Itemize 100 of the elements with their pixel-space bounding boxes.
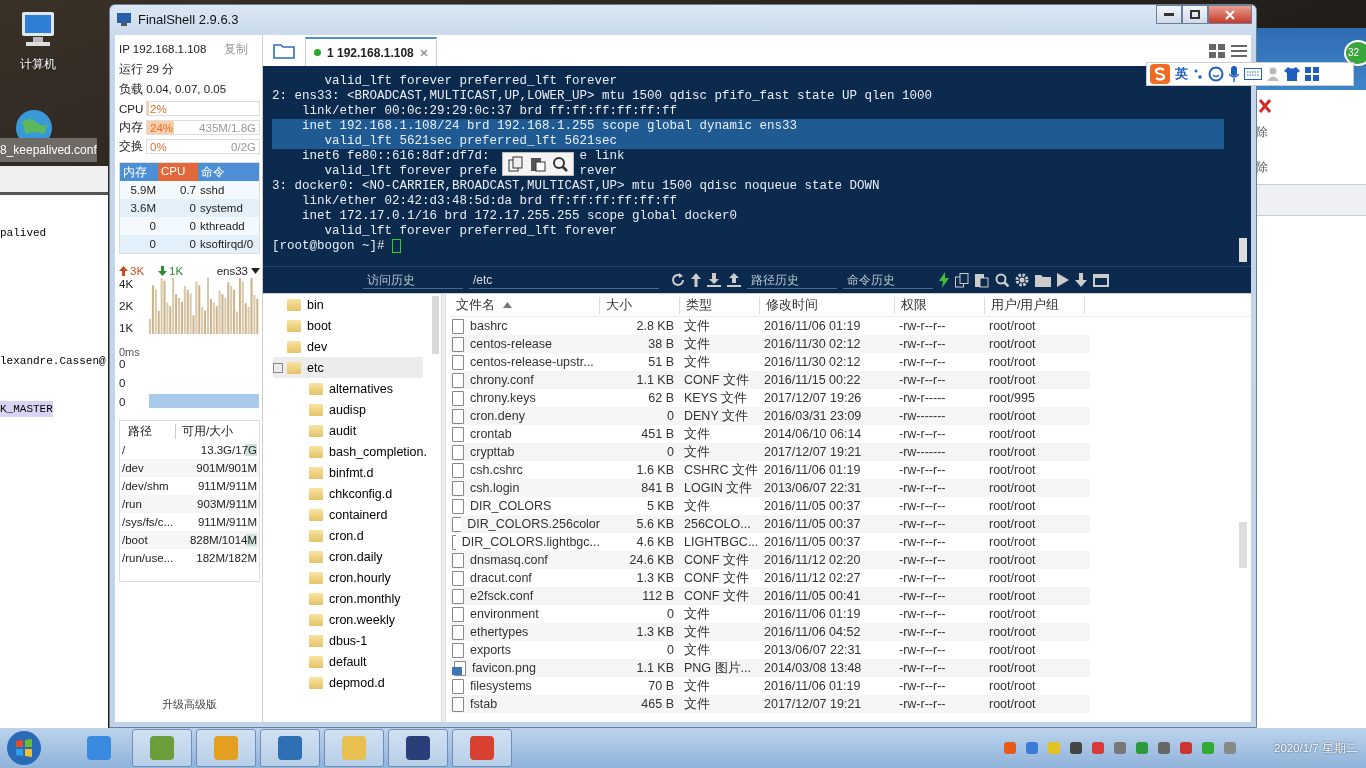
folder-icon[interactable]	[1035, 273, 1051, 287]
tree-item[interactable]: audisp	[273, 399, 433, 420]
tray-icon[interactable]	[1112, 740, 1129, 756]
punctuation-icon[interactable]	[1193, 67, 1203, 81]
upload-icon[interactable]	[727, 273, 741, 287]
column-header[interactable]: 文件名	[450, 296, 600, 314]
smiley-icon[interactable]	[1208, 66, 1224, 82]
command-history-field[interactable]: 命令历史	[843, 271, 933, 289]
file-name[interactable]: e2fsck.conf	[470, 589, 534, 603]
play-icon[interactable]	[1057, 273, 1069, 287]
tree-item[interactable]: etc	[273, 357, 423, 378]
file-name[interactable]: filesystems	[470, 679, 532, 693]
maximize-button[interactable]	[1182, 5, 1208, 24]
file-name[interactable]: favicon.png	[472, 661, 536, 675]
paste-icon[interactable]	[975, 272, 989, 288]
file-name[interactable]: dnsmasq.conf	[470, 553, 548, 567]
editor-tab[interactable]: 8_keepalived.conf	[0, 138, 97, 162]
column-header[interactable]: 权限	[895, 296, 985, 314]
tree-item[interactable]: alternatives	[273, 378, 433, 399]
tree-item[interactable]: binfmt.d	[273, 462, 433, 483]
input-method-logo-icon[interactable]	[1150, 64, 1170, 84]
close-button[interactable]	[1208, 5, 1252, 24]
tree-item[interactable]: bin	[273, 294, 423, 315]
keyboard-icon[interactable]	[1244, 68, 1262, 80]
up-arrow-icon[interactable]	[691, 273, 701, 287]
tree-item[interactable]: default	[273, 651, 433, 672]
file-name[interactable]: crypttab	[470, 445, 515, 459]
file-name[interactable]: DIR_COLORS	[470, 499, 552, 513]
tree-item[interactable]: dev	[273, 336, 423, 357]
file-name[interactable]: centos-release	[470, 337, 552, 351]
column-header[interactable]: 用户/用户组	[985, 296, 1085, 314]
tree-item[interactable]: boot	[273, 315, 423, 336]
session-tab[interactable]: 1 192.168.1.108	[305, 37, 437, 66]
close-icon[interactable]	[419, 48, 428, 57]
tray-icon[interactable]	[1178, 740, 1195, 756]
download-icon[interactable]	[707, 273, 721, 287]
settings-icon[interactable]	[1015, 273, 1029, 287]
shirt-icon[interactable]	[1284, 67, 1300, 81]
search-icon[interactable]	[995, 273, 1009, 287]
tree-item[interactable]: audit	[273, 420, 433, 441]
tree-item[interactable]: chkconfig.d	[273, 483, 433, 504]
grid-icon[interactable]	[1209, 44, 1225, 58]
tree-item[interactable]: cron.monthly	[273, 588, 433, 609]
path-field[interactable]: /etc	[469, 271, 659, 289]
copy-icon[interactable]	[955, 272, 969, 288]
interface-dropdown[interactable]: ens33	[216, 265, 260, 277]
file-name[interactable]: csh.cshrc	[470, 463, 523, 477]
file-name[interactable]: environment	[470, 607, 539, 621]
menu-label[interactable]: 除	[1256, 159, 1268, 176]
refresh-icon[interactable]	[671, 273, 685, 287]
microphone-icon[interactable]	[1229, 66, 1239, 82]
upgrade-link[interactable]: 升级高级版	[162, 697, 217, 712]
file-name[interactable]: csh.login	[470, 481, 520, 495]
tree-item[interactable]: cron.hourly	[273, 567, 433, 588]
path-history-field[interactable]: 路径历史	[747, 271, 837, 289]
file-name[interactable]: exports	[470, 643, 511, 657]
file-name[interactable]: crontab	[470, 427, 512, 441]
grid-icon[interactable]	[1305, 67, 1319, 81]
taskbar-app[interactable]	[388, 729, 448, 767]
lightning-icon[interactable]	[939, 272, 949, 288]
scrollbar-thumb[interactable]	[1239, 238, 1247, 262]
column-header[interactable]: 路径	[120, 423, 176, 439]
tree-item[interactable]: cron.weekly	[273, 609, 433, 630]
tray-icon[interactable]	[1068, 740, 1085, 756]
paste-icon[interactable]	[530, 156, 546, 172]
desktop-icon-label[interactable]: 计算机	[20, 56, 56, 73]
column-header[interactable]: 大小	[600, 296, 680, 314]
taskbar-app[interactable]	[260, 729, 320, 767]
file-name[interactable]: chrony.conf	[470, 373, 534, 387]
file-name[interactable]: centos-release-upstr...	[470, 355, 594, 369]
tree-item[interactable]: dbus-1	[273, 630, 433, 651]
column-header[interactable]: 修改时间	[760, 296, 895, 314]
tray-icon[interactable]	[1090, 740, 1107, 756]
file-name[interactable]: DIR_COLORS.lightbgc...	[461, 535, 600, 549]
menu-label[interactable]: 除	[1256, 124, 1268, 141]
menu-icon[interactable]	[1231, 44, 1247, 58]
search-icon[interactable]	[552, 156, 568, 172]
tree-item[interactable]: depmod.d	[273, 672, 433, 693]
tray-icon[interactable]	[1156, 740, 1173, 756]
scrollbar-thumb[interactable]	[1239, 522, 1247, 568]
history-field[interactable]: 访问历史	[363, 271, 463, 289]
file-name[interactable]: bashrc	[470, 319, 508, 333]
copy-icon[interactable]	[508, 156, 524, 172]
scrollbar-thumb[interactable]	[432, 296, 439, 354]
column-header[interactable]: 类型	[680, 296, 760, 314]
start-button[interactable]	[6, 730, 42, 766]
delete-icon[interactable]	[1258, 98, 1272, 114]
file-name[interactable]: fstab	[470, 697, 498, 711]
column-header[interactable]: 可用/大小	[176, 423, 234, 439]
file-name[interactable]: dracut.conf	[470, 571, 532, 585]
input-mode[interactable]: 英	[1175, 65, 1188, 83]
taskbar-app[interactable]	[452, 729, 512, 767]
file-name[interactable]: chrony.keys	[470, 391, 536, 405]
minimize-button[interactable]	[1156, 5, 1182, 24]
file-name[interactable]: cron.deny	[470, 409, 525, 423]
collapse-icon[interactable]	[273, 362, 283, 373]
tree-item[interactable]: cron.daily	[273, 546, 433, 567]
file-name[interactable]: ethertypes	[470, 625, 529, 639]
window-icon[interactable]	[1093, 273, 1109, 287]
file-name[interactable]: DIR_COLORS.256color	[467, 517, 600, 531]
